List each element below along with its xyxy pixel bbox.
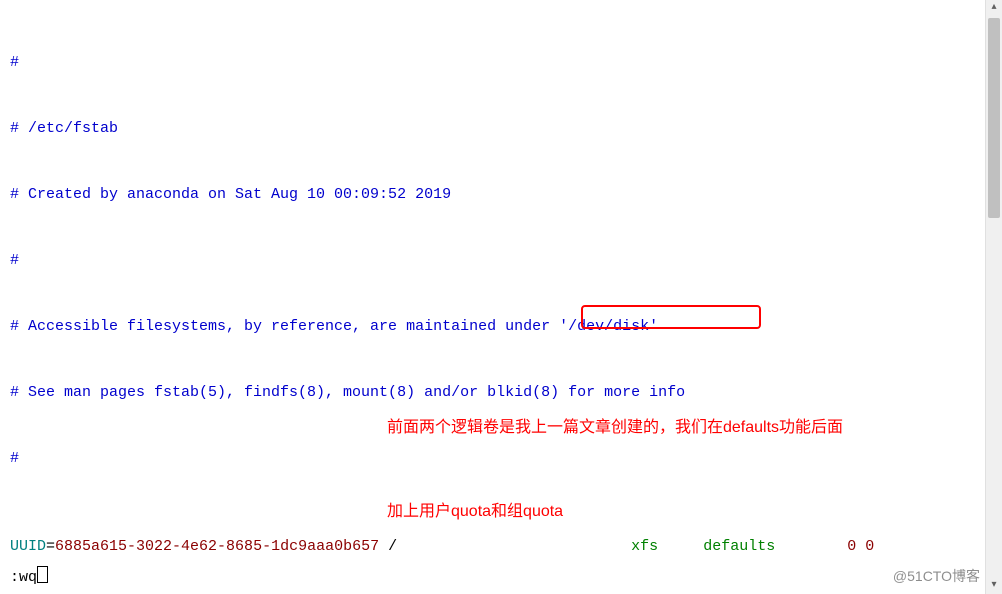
annotation-line: 加上用户quota和组quota [387, 498, 843, 526]
scroll-thumb[interactable] [988, 18, 1000, 218]
scroll-up-button[interactable]: ▴ [986, 0, 1002, 16]
scroll-down-button[interactable]: ▾ [986, 578, 1002, 594]
comment-line: # Accessible filesystems, by reference, … [10, 316, 992, 338]
vertical-scrollbar[interactable]: ▴ ▾ [985, 0, 1002, 594]
comment-line: # [10, 250, 992, 272]
watermark-text: @51CTO博客 [893, 566, 980, 586]
comment-line: # Created by anaconda on Sat Aug 10 00:0… [10, 184, 992, 206]
comment-line: # /etc/fstab [10, 118, 992, 140]
comment-line: # [10, 52, 992, 74]
vim-command-line[interactable]: :wq [10, 566, 48, 586]
annotation-line: 前面两个逻辑卷是我上一篇文章创建的，我们在defaults功能后面 [387, 414, 843, 442]
text-editor[interactable]: # # /etc/fstab # Created by anaconda on … [0, 0, 1002, 594]
cursor-icon [37, 566, 48, 583]
annotation-text: 前面两个逻辑卷是我上一篇文章创建的，我们在defaults功能后面 加上用户qu… [387, 358, 843, 582]
vim-command-text: :wq [10, 569, 37, 586]
